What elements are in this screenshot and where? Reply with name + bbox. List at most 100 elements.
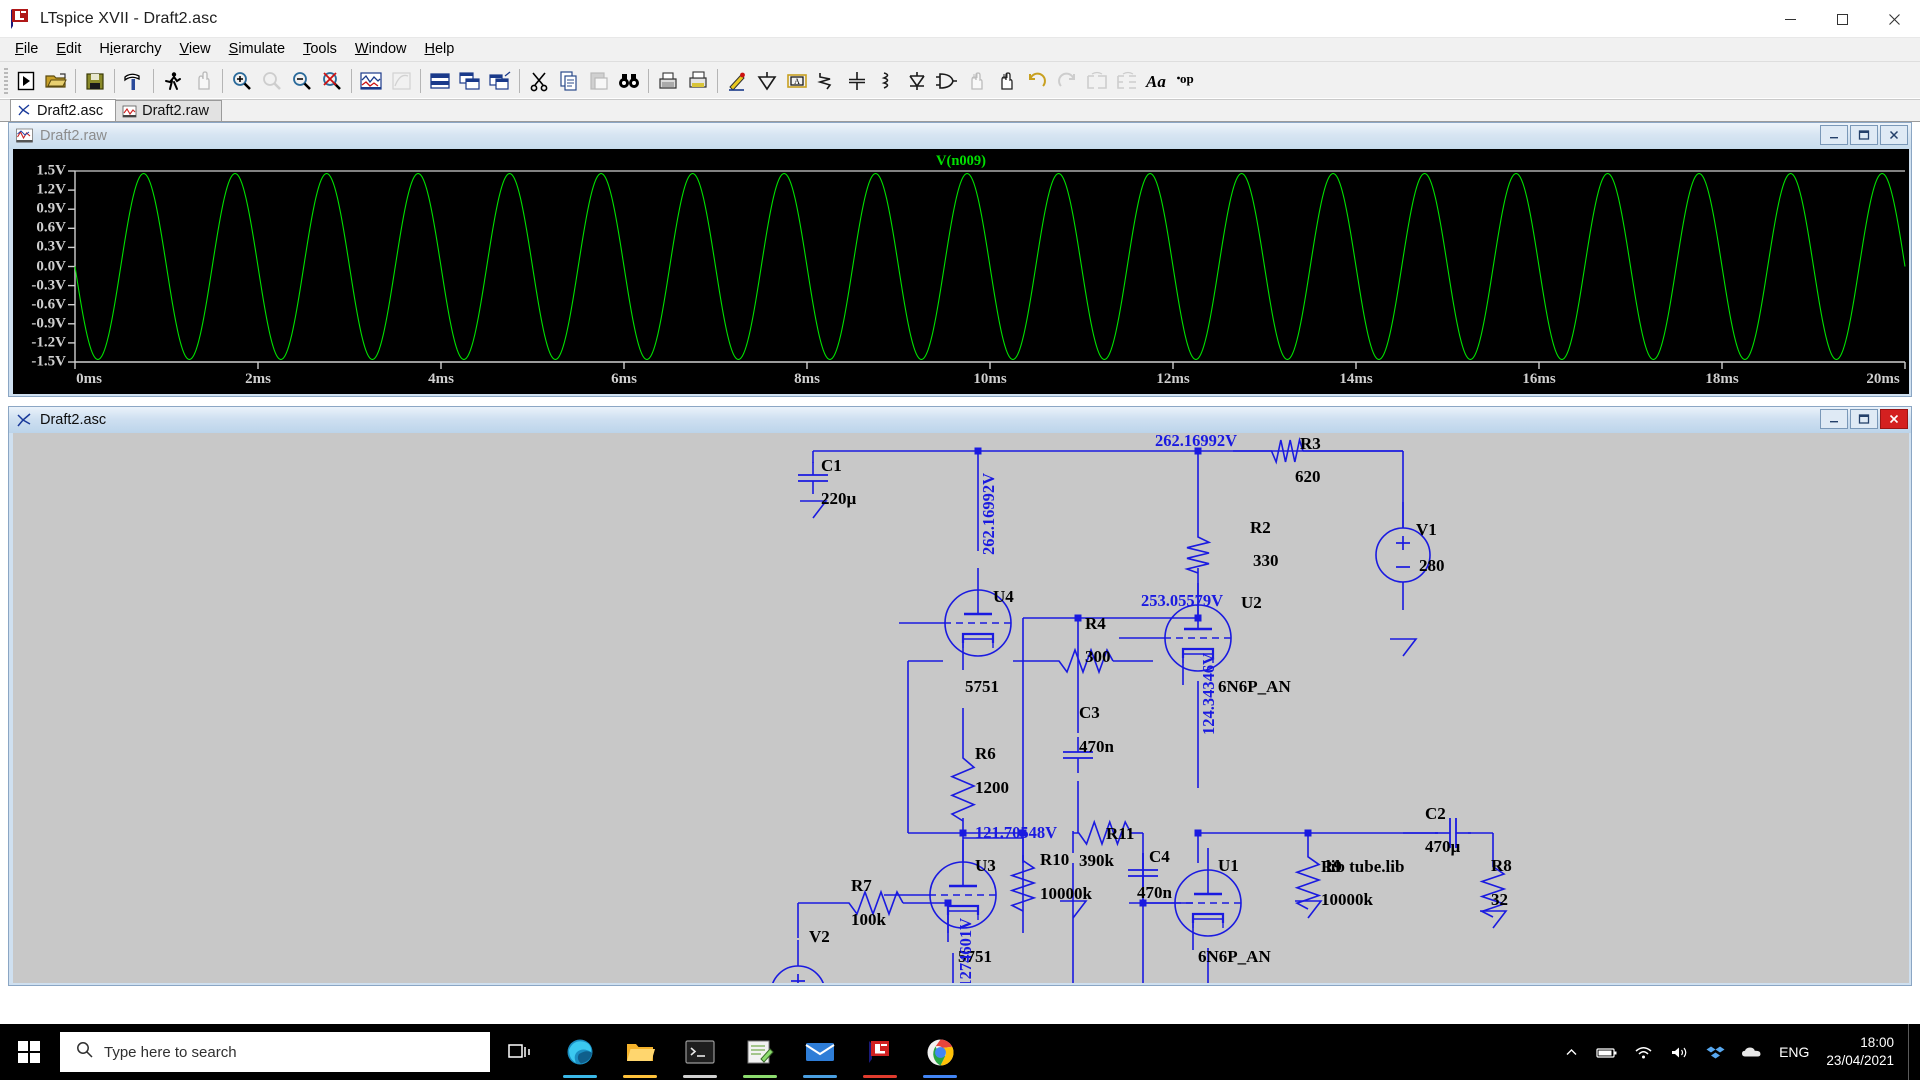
r11-ref-label[interactable]: R11 bbox=[1106, 825, 1134, 842]
mirror-icon[interactable] bbox=[1082, 65, 1112, 97]
trace-legend-label[interactable]: V(n009) bbox=[13, 153, 1909, 170]
c4-value-label[interactable]: 470n bbox=[1137, 884, 1172, 901]
taskbar-app-terminal[interactable] bbox=[670, 1024, 730, 1080]
r3-ref-label[interactable]: R3 bbox=[1300, 435, 1321, 452]
menu-hierarchy[interactable]: Hierarchy bbox=[90, 38, 170, 61]
node-voltage-b-plus[interactable]: 262.16992V bbox=[1155, 433, 1237, 450]
waveform-plot-canvas[interactable]: V(n009) 1.5V 1.2V 0.9V 0.6V 0.3V 0.0V -0.3V -0.… bbox=[13, 149, 1909, 394]
tab-draft2-raw[interactable]: Draft2.raw bbox=[115, 100, 222, 121]
u3-ref-label[interactable]: U3 bbox=[975, 857, 996, 874]
show-desktop-button[interactable] bbox=[1908, 1024, 1918, 1080]
node-voltage-u4-plate[interactable]: 262.16992V bbox=[979, 473, 998, 555]
schematic-minimize-button[interactable] bbox=[1820, 409, 1848, 429]
tile-vertical-icon[interactable] bbox=[455, 65, 485, 97]
r11-value-label[interactable]: 390k bbox=[1079, 852, 1114, 869]
paste-icon[interactable] bbox=[584, 65, 614, 97]
r6-value-label[interactable]: 1200 bbox=[975, 779, 1009, 796]
hammer-icon[interactable] bbox=[119, 65, 149, 97]
r10-ref-label[interactable]: R10 bbox=[1040, 851, 1069, 868]
ground-icon[interactable] bbox=[752, 65, 782, 97]
hand-icon[interactable] bbox=[188, 65, 218, 97]
c4-ref-label[interactable]: C4 bbox=[1149, 848, 1170, 865]
include-directive-label[interactable]: lib tube.lib bbox=[1326, 858, 1404, 875]
u1-ref-label[interactable]: U1 bbox=[1218, 857, 1239, 874]
capacitor-icon[interactable] bbox=[842, 65, 872, 97]
taskbar-app-mail[interactable] bbox=[790, 1024, 850, 1080]
c2-ref-label[interactable]: C2 bbox=[1425, 805, 1446, 822]
node-voltage-u3-cath[interactable]: 1.1274601V bbox=[956, 918, 975, 983]
tab-draft2-asc[interactable]: Draft2.asc bbox=[10, 99, 117, 121]
r10-value-label[interactable]: 10000k bbox=[1040, 885, 1092, 902]
r6-ref-label[interactable]: R6 bbox=[975, 745, 996, 762]
search-input[interactable]: Type here to search bbox=[60, 1032, 490, 1072]
open-folder-icon[interactable] bbox=[41, 65, 71, 97]
schematic-canvas[interactable]: C1 220µ U4 5751 R3 620 R2 330 V1 280 U2 6N6P_AN R4 30… bbox=[13, 433, 1909, 983]
waveform-minimize-button[interactable] bbox=[1820, 125, 1848, 145]
cloud-icon[interactable] bbox=[1734, 1024, 1768, 1080]
taskbar-app-explorer[interactable] bbox=[610, 1024, 670, 1080]
scissors-icon[interactable] bbox=[524, 65, 554, 97]
waveform-icon[interactable] bbox=[356, 65, 386, 97]
rotate-icon[interactable] bbox=[1112, 65, 1142, 97]
toolbar-grip[interactable] bbox=[4, 67, 8, 94]
clock[interactable]: 18:00 23/04/2021 bbox=[1820, 1034, 1906, 1070]
zoom-full-extents-icon[interactable] bbox=[317, 65, 347, 97]
node-voltage-u2-cath[interactable]: 124.34346V bbox=[1199, 653, 1218, 735]
spice-plot-icon[interactable] bbox=[386, 65, 416, 97]
redo-arrow-icon[interactable] bbox=[1052, 65, 1082, 97]
task-view-icon[interactable] bbox=[490, 1024, 550, 1080]
v1-ref-label[interactable]: V1 bbox=[1416, 521, 1437, 538]
v1-value-label[interactable]: 280 bbox=[1419, 557, 1445, 574]
zoom-out-icon[interactable] bbox=[287, 65, 317, 97]
net-label-icon[interactable]: A bbox=[782, 65, 812, 97]
save-floppy-icon[interactable] bbox=[80, 65, 110, 97]
zoom-area-icon[interactable] bbox=[257, 65, 287, 97]
waveform-window-titlebar[interactable]: Draft2.raw bbox=[9, 123, 1911, 149]
diode-icon[interactable] bbox=[902, 65, 932, 97]
c2-value-label[interactable]: 470µ bbox=[1425, 838, 1460, 855]
v2-ref-label[interactable]: V2 bbox=[809, 928, 830, 945]
r6-resistor[interactable] bbox=[949, 751, 977, 822]
print-preview-icon[interactable] bbox=[653, 65, 683, 97]
pencil-wire-icon[interactable] bbox=[722, 65, 752, 97]
logic-gate-icon[interactable] bbox=[932, 65, 962, 97]
taskbar-app-chrome[interactable] bbox=[910, 1024, 970, 1080]
cascade-windows-icon[interactable] bbox=[485, 65, 515, 97]
menu-view[interactable]: View bbox=[170, 38, 219, 61]
running-man-icon[interactable] bbox=[158, 65, 188, 97]
resistor-icon[interactable] bbox=[812, 65, 842, 97]
r4-ref-label[interactable]: R4 bbox=[1085, 615, 1106, 632]
schematic-restore-button[interactable] bbox=[1850, 409, 1878, 429]
windows-start-icon[interactable] bbox=[0, 1024, 58, 1080]
menu-simulate[interactable]: Simulate bbox=[220, 38, 294, 61]
menu-tools[interactable]: Tools bbox=[294, 38, 346, 61]
u2-ref-label[interactable]: U2 bbox=[1241, 594, 1262, 611]
menu-window[interactable]: Window bbox=[346, 38, 416, 61]
menu-help[interactable]: Help bbox=[416, 38, 464, 61]
battery-icon[interactable] bbox=[1590, 1024, 1624, 1080]
r7-ref-label[interactable]: R7 bbox=[851, 877, 872, 894]
u4-ref-label[interactable]: U4 bbox=[993, 588, 1014, 605]
dropbox-icon[interactable] bbox=[1698, 1024, 1732, 1080]
waveform-restore-button[interactable] bbox=[1850, 125, 1878, 145]
chevron-up-icon[interactable] bbox=[1554, 1024, 1588, 1080]
taskbar-app-edge[interactable] bbox=[550, 1024, 610, 1080]
taskbar-app-ltspice[interactable] bbox=[850, 1024, 910, 1080]
language-indicator[interactable]: ENG bbox=[1770, 1044, 1818, 1060]
tile-horizontal-icon[interactable] bbox=[425, 65, 455, 97]
undo-arrow-icon[interactable] bbox=[1022, 65, 1052, 97]
r8-ref-label[interactable]: R8 bbox=[1491, 857, 1512, 874]
r9-value-label[interactable]: 10000k bbox=[1321, 891, 1373, 908]
minimize-button[interactable] bbox=[1764, 0, 1816, 38]
inductor-icon[interactable] bbox=[872, 65, 902, 97]
drag-hand-icon[interactable] bbox=[992, 65, 1022, 97]
wifi-icon[interactable] bbox=[1626, 1024, 1660, 1080]
u4-model-label[interactable]: 5751 bbox=[965, 678, 999, 695]
u4-triode[interactable] bbox=[899, 568, 1012, 670]
node-voltage-u2-plate[interactable]: 253.05579V bbox=[1141, 592, 1223, 610]
maximize-button[interactable] bbox=[1816, 0, 1868, 38]
schematic-window-titlebar[interactable]: Draft2.asc bbox=[9, 407, 1911, 433]
taskbar-app-editor[interactable] bbox=[730, 1024, 790, 1080]
r2-resistor[interactable] bbox=[1184, 533, 1212, 574]
menu-edit[interactable]: Edit bbox=[47, 38, 90, 61]
